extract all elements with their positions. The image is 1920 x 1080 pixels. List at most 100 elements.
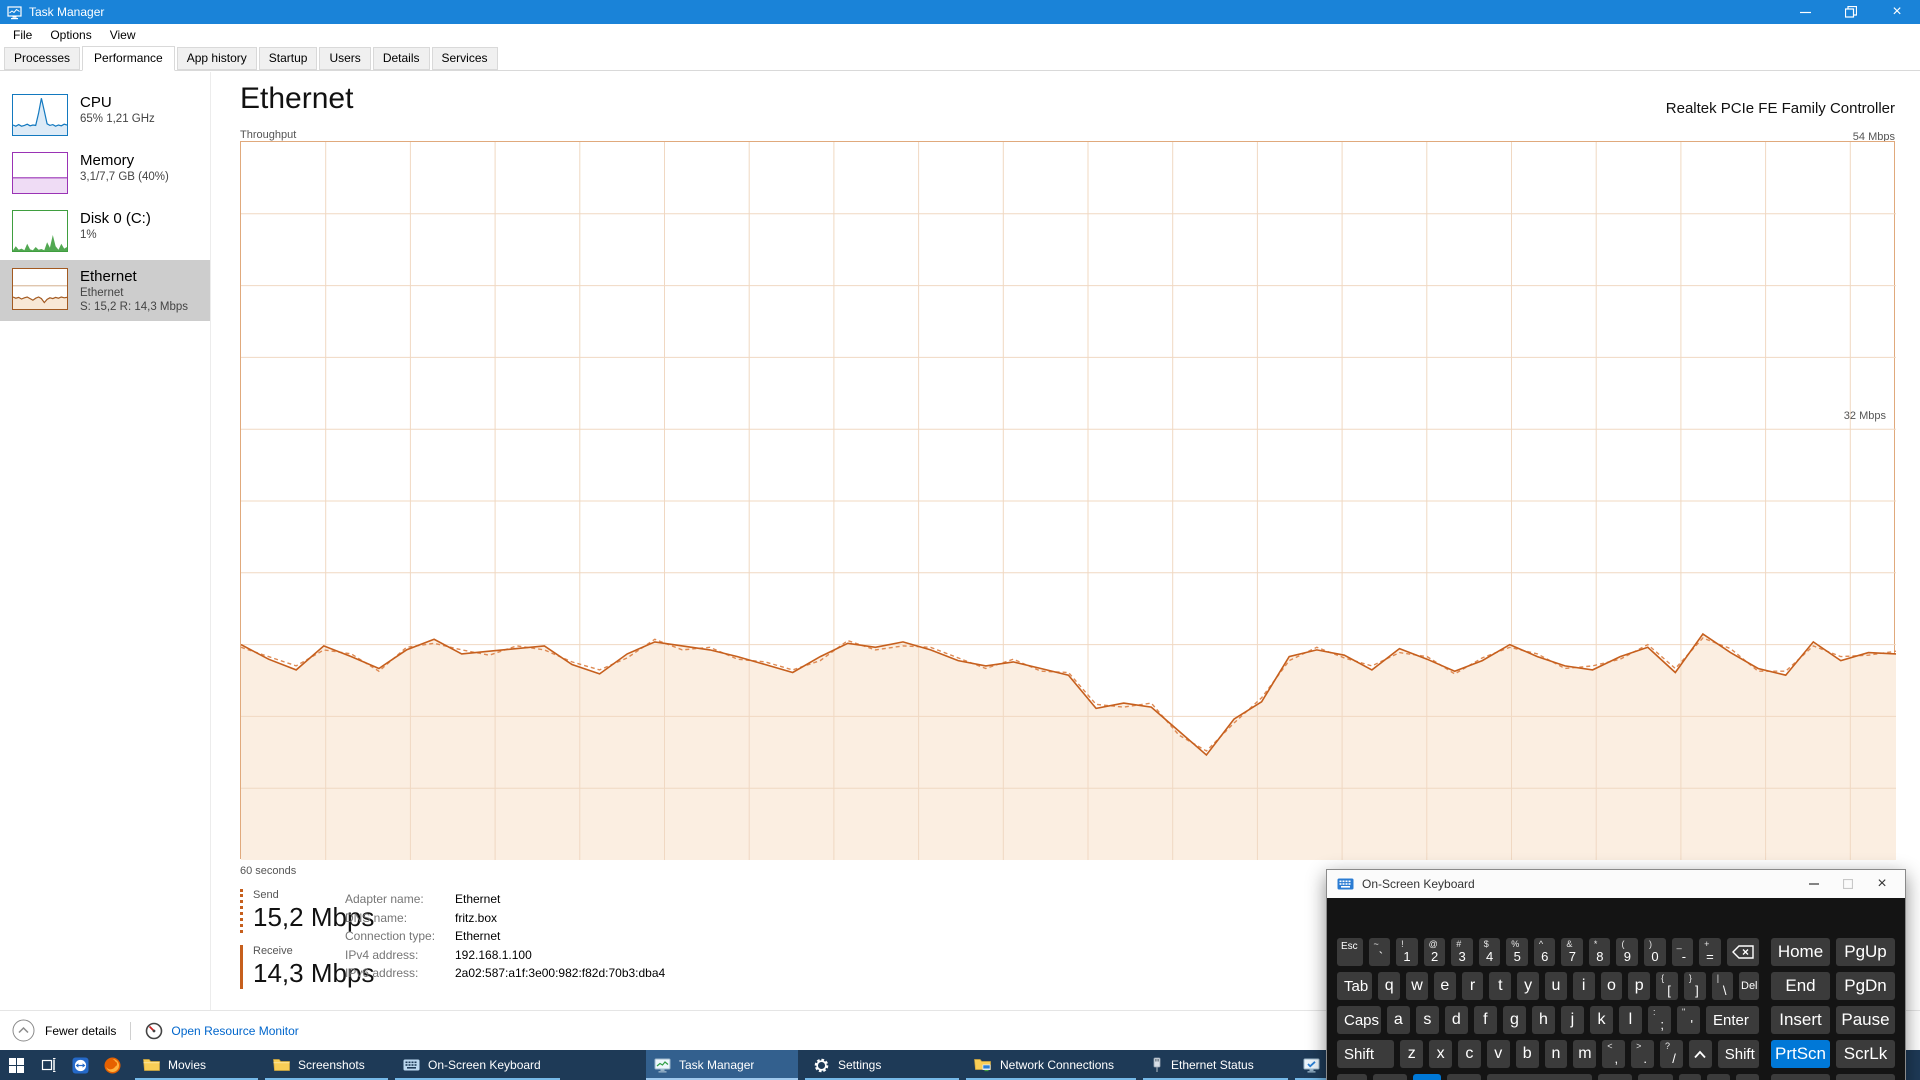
osk-key-key[interactable]: < xyxy=(1679,1074,1702,1080)
taskbar-button-movies[interactable]: Movies xyxy=(135,1050,258,1080)
osk-key-n[interactable]: n xyxy=(1545,1040,1568,1068)
osk-key-x[interactable]: x xyxy=(1429,1040,1452,1068)
throughput-chart[interactable]: 32 Mbps xyxy=(240,141,1895,859)
restore-button[interactable] xyxy=(1828,0,1874,24)
osk-key-alt[interactable]: Alt xyxy=(1598,1074,1632,1080)
osk-key-d[interactable]: d xyxy=(1445,1006,1468,1034)
chevron-up-circle-icon[interactable] xyxy=(12,1019,35,1042)
osk-maximize-button[interactable] xyxy=(1831,871,1865,897)
osk-key-key[interactable]: _- xyxy=(1672,938,1694,966)
osk-key-key[interactable]: ^ xyxy=(1707,1074,1730,1080)
menu-options[interactable]: Options xyxy=(41,26,100,44)
osk-key-backspace[interactable] xyxy=(1727,938,1759,966)
sidebar-item-cpu[interactable]: CPU65% 1,21 GHz xyxy=(0,86,210,144)
osk-key-f[interactable]: f xyxy=(1474,1006,1497,1034)
taskbar-button-ethernet-status[interactable]: Ethernet Status xyxy=(1143,1050,1288,1080)
osk-key-9[interactable]: (9 xyxy=(1616,938,1638,966)
osk-key-g[interactable]: g xyxy=(1503,1006,1526,1034)
osk-key-key[interactable] xyxy=(1487,1074,1592,1080)
osk-key-scrlk[interactable]: ScrLk xyxy=(1836,1040,1895,1068)
taskbar-task-view-button[interactable] xyxy=(32,1050,64,1080)
taskbar-button-network-connections[interactable]: Network Connections xyxy=(966,1050,1136,1080)
osk-key-fn[interactable]: Fn xyxy=(1337,1074,1367,1080)
osk-key-c[interactable]: c xyxy=(1458,1040,1481,1068)
osk-key-w[interactable]: w xyxy=(1406,972,1428,1000)
osk-key-4[interactable]: $4 xyxy=(1479,938,1501,966)
taskbar-button-settings[interactable]: Settings xyxy=(805,1050,959,1080)
osk-key-key[interactable]: "' xyxy=(1677,1006,1700,1034)
osk-key-1[interactable]: !1 xyxy=(1396,938,1418,966)
osk-key-i[interactable]: i xyxy=(1573,972,1595,1000)
title-bar[interactable]: Task Manager × xyxy=(0,0,1920,24)
osk-key-z[interactable]: z xyxy=(1400,1040,1423,1068)
osk-key-key[interactable] xyxy=(1836,1074,1895,1080)
osk-key-t[interactable]: t xyxy=(1489,972,1511,1000)
osk-key-o[interactable]: o xyxy=(1601,972,1623,1000)
osk-key-3[interactable]: #3 xyxy=(1451,938,1473,966)
osk-key-end[interactable]: End xyxy=(1771,972,1830,1000)
resource-monitor-gauge-icon[interactable] xyxy=(145,1022,163,1040)
osk-key-insert[interactable]: Insert xyxy=(1771,1006,1830,1034)
osk-key-l[interactable]: l xyxy=(1619,1006,1642,1034)
osk-key-p[interactable]: p xyxy=(1628,972,1650,1000)
osk-key-home[interactable]: Home xyxy=(1771,938,1830,966)
osk-key-b[interactable]: b xyxy=(1516,1040,1539,1068)
osk-key-u[interactable]: u xyxy=(1545,972,1567,1000)
osk-key-key[interactable]: {[ xyxy=(1656,972,1678,1000)
menu-view[interactable]: View xyxy=(101,26,145,44)
osk-key-caps[interactable]: Caps xyxy=(1337,1006,1381,1034)
osk-key-r[interactable]: r xyxy=(1462,972,1484,1000)
osk-key-e[interactable]: e xyxy=(1434,972,1456,1000)
osk-key-prtscn[interactable]: PrtScn xyxy=(1771,1040,1830,1068)
close-icon[interactable]: × xyxy=(1874,0,1920,24)
fewer-details-button[interactable]: Fewer details xyxy=(45,1024,116,1038)
osk-key-h[interactable]: h xyxy=(1532,1006,1555,1034)
osk-key-ctrl[interactable]: Ctrl xyxy=(1373,1074,1407,1080)
osk-key-enter[interactable]: Enter xyxy=(1706,1006,1759,1034)
osk-key-key[interactable]: |\ xyxy=(1712,972,1734,1000)
tab-processes[interactable]: Processes xyxy=(4,47,80,70)
osk-key-7[interactable]: &7 xyxy=(1561,938,1583,966)
osk-key-key[interactable] xyxy=(1771,1074,1830,1080)
osk-key-key[interactable]: <, xyxy=(1602,1040,1625,1068)
osk-key-y[interactable]: y xyxy=(1517,972,1539,1000)
osk-key-pause[interactable]: Pause xyxy=(1836,1006,1895,1034)
osk-key-key[interactable]: ~` xyxy=(1369,938,1391,966)
osk-key-8[interactable]: *8 xyxy=(1589,938,1611,966)
osk-key-key[interactable]: :; xyxy=(1648,1006,1671,1034)
taskbar-button-task-manager[interactable]: Task Manager xyxy=(646,1050,798,1080)
open-resource-monitor-link[interactable]: Open Resource Monitor xyxy=(171,1024,298,1038)
osk-key-ctrl[interactable]: Ctrl xyxy=(1638,1074,1672,1080)
osk-key-pgdn[interactable]: PgDn xyxy=(1836,972,1895,1000)
osk-key-5[interactable]: %5 xyxy=(1506,938,1528,966)
tab-app-history[interactable]: App history xyxy=(177,47,257,70)
osk-key-0[interactable]: )0 xyxy=(1644,938,1666,966)
osk-key-chevron-up[interactable] xyxy=(1689,1040,1712,1068)
osk-key-alt[interactable]: Alt xyxy=(1447,1074,1481,1080)
taskbar-teamviewer-button[interactable] xyxy=(64,1050,96,1080)
tab-details[interactable]: Details xyxy=(373,47,430,70)
osk-key-esc[interactable]: Esc xyxy=(1337,938,1363,966)
osk-key-s[interactable]: s xyxy=(1416,1006,1439,1034)
taskbar-button-screenshots[interactable]: Screenshots xyxy=(265,1050,388,1080)
osk-key-q[interactable]: q xyxy=(1378,972,1400,1000)
osk-key-shift[interactable]: Shift xyxy=(1718,1040,1759,1068)
osk-key-windows-key[interactable] xyxy=(1413,1074,1440,1080)
osk-key-key[interactable]: > xyxy=(1736,1074,1759,1080)
osk-title-bar[interactable]: On-Screen Keyboard × xyxy=(1327,870,1905,898)
sidebar-item-memory[interactable]: Memory3,1/7,7 GB (40%) xyxy=(0,144,210,202)
taskbar-firefox-button[interactable] xyxy=(96,1050,128,1080)
osk-key-j[interactable]: j xyxy=(1561,1006,1584,1034)
osk-key-v[interactable]: v xyxy=(1487,1040,1510,1068)
osk-key-key[interactable]: ?/ xyxy=(1660,1040,1683,1068)
tab-services[interactable]: Services xyxy=(432,47,498,70)
taskbar-start-button[interactable] xyxy=(0,1050,32,1080)
osk-key-2[interactable]: @2 xyxy=(1424,938,1446,966)
minimize-button[interactable] xyxy=(1782,0,1828,24)
osk-key-key[interactable]: += xyxy=(1699,938,1721,966)
osk-key-tab[interactable]: Tab xyxy=(1337,972,1372,1000)
osk-key-a[interactable]: a xyxy=(1387,1006,1410,1034)
menu-file[interactable]: File xyxy=(4,26,41,44)
osk-key-key[interactable]: >. xyxy=(1631,1040,1654,1068)
osk-key-k[interactable]: k xyxy=(1590,1006,1613,1034)
